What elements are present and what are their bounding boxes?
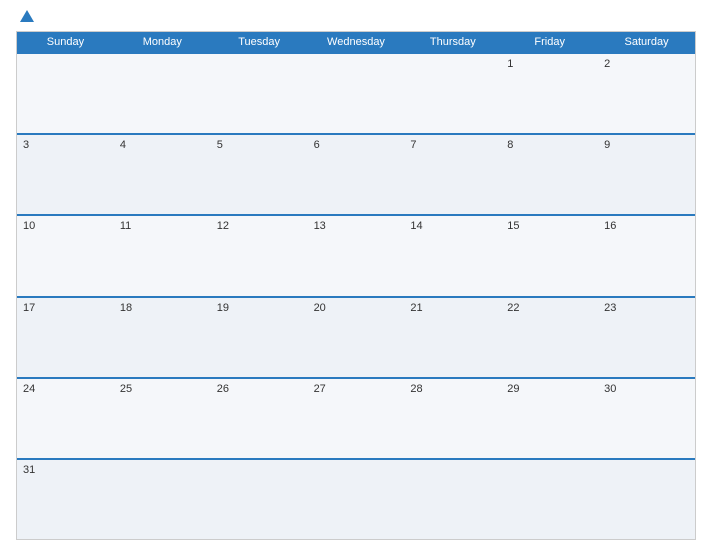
day-cell: 8 xyxy=(501,135,598,214)
day-header-wednesday: Wednesday xyxy=(308,32,405,52)
day-cell: 4 xyxy=(114,135,211,214)
day-number: 22 xyxy=(507,302,592,314)
day-cell: 24 xyxy=(17,379,114,458)
day-cell xyxy=(308,54,405,133)
day-cell: 11 xyxy=(114,216,211,295)
day-cell: 23 xyxy=(598,298,695,377)
day-number: 15 xyxy=(507,220,592,232)
day-cell xyxy=(17,54,114,133)
day-cell: 14 xyxy=(404,216,501,295)
day-number: 21 xyxy=(410,302,495,314)
day-cell xyxy=(114,54,211,133)
header xyxy=(16,10,696,23)
day-cell xyxy=(404,54,501,133)
day-number: 29 xyxy=(507,383,592,395)
day-header-thursday: Thursday xyxy=(404,32,501,52)
day-cell: 10 xyxy=(17,216,114,295)
day-number: 6 xyxy=(314,139,399,151)
day-number: 10 xyxy=(23,220,108,232)
logo-triangle-icon xyxy=(20,10,34,22)
day-number: 12 xyxy=(217,220,302,232)
day-cell xyxy=(114,460,211,539)
day-cell: 9 xyxy=(598,135,695,214)
day-cell: 2 xyxy=(598,54,695,133)
week-row-5: 24 25 26 27 28 29 30 xyxy=(17,377,695,458)
day-number: 31 xyxy=(23,464,108,476)
calendar: SundayMondayTuesdayWednesdayThursdayFrid… xyxy=(16,31,696,540)
day-number: 20 xyxy=(314,302,399,314)
day-cell xyxy=(598,460,695,539)
week-row-6: 31 xyxy=(17,458,695,539)
day-cell: 17 xyxy=(17,298,114,377)
day-cell xyxy=(308,460,405,539)
day-cell: 20 xyxy=(308,298,405,377)
day-number: 23 xyxy=(604,302,689,314)
week-row-2: 3456789 xyxy=(17,133,695,214)
day-cell: 29 xyxy=(501,379,598,458)
logo xyxy=(16,10,34,23)
day-cell: 5 xyxy=(211,135,308,214)
day-cell: 6 xyxy=(308,135,405,214)
days-header: SundayMondayTuesdayWednesdayThursdayFrid… xyxy=(17,32,695,52)
day-number: 24 xyxy=(23,383,108,395)
day-cell: 16 xyxy=(598,216,695,295)
day-cell: 21 xyxy=(404,298,501,377)
day-number: 9 xyxy=(604,139,689,151)
day-cell: 25 xyxy=(114,379,211,458)
day-header-saturday: Saturday xyxy=(598,32,695,52)
day-number: 14 xyxy=(410,220,495,232)
day-number: 16 xyxy=(604,220,689,232)
day-number: 18 xyxy=(120,302,205,314)
week-row-4: 17 18 19 20 21 22 23 xyxy=(17,296,695,377)
day-cell: 15 xyxy=(501,216,598,295)
day-number: 1 xyxy=(507,58,592,70)
day-cell: 7 xyxy=(404,135,501,214)
day-number: 4 xyxy=(120,139,205,151)
day-number: 8 xyxy=(507,139,592,151)
day-number: 19 xyxy=(217,302,302,314)
day-header-tuesday: Tuesday xyxy=(211,32,308,52)
weeks-container: 1234567891011121314151617181920212223242… xyxy=(17,52,695,539)
day-cell: 13 xyxy=(308,216,405,295)
day-number: 17 xyxy=(23,302,108,314)
day-number: 2 xyxy=(604,58,689,70)
day-number: 27 xyxy=(314,383,399,395)
day-number: 28 xyxy=(410,383,495,395)
day-number: 30 xyxy=(604,383,689,395)
day-number: 3 xyxy=(23,139,108,151)
day-header-friday: Friday xyxy=(501,32,598,52)
day-cell: 31 xyxy=(17,460,114,539)
day-cell xyxy=(404,460,501,539)
day-cell: 27 xyxy=(308,379,405,458)
day-number: 26 xyxy=(217,383,302,395)
day-number: 13 xyxy=(314,220,399,232)
day-cell: 12 xyxy=(211,216,308,295)
day-number: 7 xyxy=(410,139,495,151)
day-cell: 26 xyxy=(211,379,308,458)
day-cell: 22 xyxy=(501,298,598,377)
day-number: 25 xyxy=(120,383,205,395)
day-cell: 28 xyxy=(404,379,501,458)
day-number: 11 xyxy=(120,220,205,232)
day-number: 5 xyxy=(217,139,302,151)
day-cell: 30 xyxy=(598,379,695,458)
week-row-1: 12 xyxy=(17,52,695,133)
day-header-sunday: Sunday xyxy=(17,32,114,52)
day-cell: 19 xyxy=(211,298,308,377)
week-row-3: 10 11 12 13 14 15 16 xyxy=(17,214,695,295)
day-cell xyxy=(501,460,598,539)
day-cell: 18 xyxy=(114,298,211,377)
day-cell xyxy=(211,54,308,133)
day-cell: 1 xyxy=(501,54,598,133)
page: SundayMondayTuesdayWednesdayThursdayFrid… xyxy=(0,0,712,550)
day-header-monday: Monday xyxy=(114,32,211,52)
day-cell: 3 xyxy=(17,135,114,214)
day-cell xyxy=(211,460,308,539)
